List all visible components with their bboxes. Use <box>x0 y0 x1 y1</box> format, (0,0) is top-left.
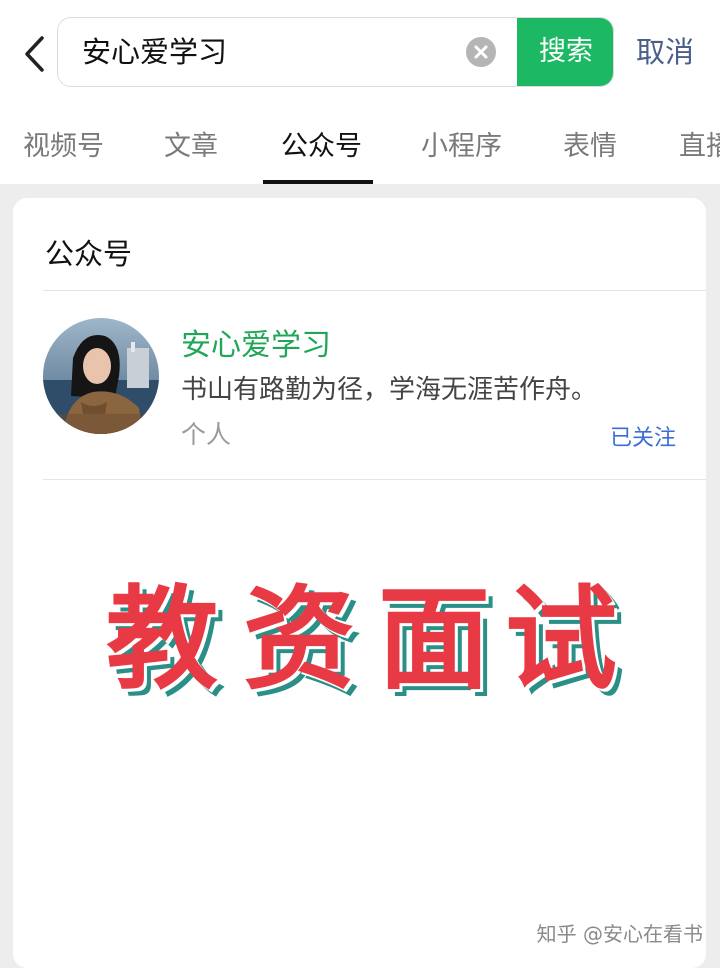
account-name: 安心爱学习 <box>181 328 331 363</box>
top-bar: 安心爱学习 搜索 取消 视频号 文章 公众号 小程序 表情 直播 <box>0 0 720 184</box>
divider <box>43 479 706 480</box>
avatar <box>43 318 159 434</box>
account-type: 个人 <box>181 420 232 449</box>
follow-status: 已关注 <box>609 426 676 451</box>
chevron-left-icon <box>16 32 56 76</box>
tab-official-accounts[interactable]: 公众号 <box>281 124 362 163</box>
cancel-button[interactable]: 取消 <box>636 30 694 74</box>
banner-text: 教 资 面 试 <box>0 575 720 705</box>
watermark: 知乎 @安心在看书 <box>536 922 703 946</box>
clear-icon[interactable] <box>466 37 496 67</box>
section-title: 公众号 <box>45 237 133 271</box>
tab-live[interactable]: 直播 <box>679 124 720 163</box>
account-description: 书山有路勤为径，学海无涯苦作舟。 <box>181 375 598 405</box>
back-button[interactable] <box>16 32 56 76</box>
search-button[interactable]: 搜索 <box>517 18 613 86</box>
divider <box>43 290 706 291</box>
banner-char: 教 <box>106 574 218 705</box>
tab-mini-programs[interactable]: 小程序 <box>421 124 502 163</box>
category-tabs: 视频号 文章 公众号 小程序 表情 直播 <box>0 112 720 184</box>
tab-articles[interactable]: 文章 <box>164 124 218 163</box>
search-input[interactable]: 安心爱学习 <box>82 18 227 86</box>
active-tab-indicator <box>263 180 373 184</box>
tab-stickers[interactable]: 表情 <box>563 124 617 163</box>
banner-char: 面 <box>378 574 490 705</box>
tab-video[interactable]: 视频号 <box>23 124 104 163</box>
account-result[interactable]: 安心爱学习 书山有路勤为径，学海无涯苦作舟。 个人 已关注 <box>43 316 706 476</box>
search-bar: 安心爱学习 搜索 <box>57 17 614 87</box>
banner-char: 试 <box>505 574 617 705</box>
banner-char: 资 <box>243 574 355 705</box>
